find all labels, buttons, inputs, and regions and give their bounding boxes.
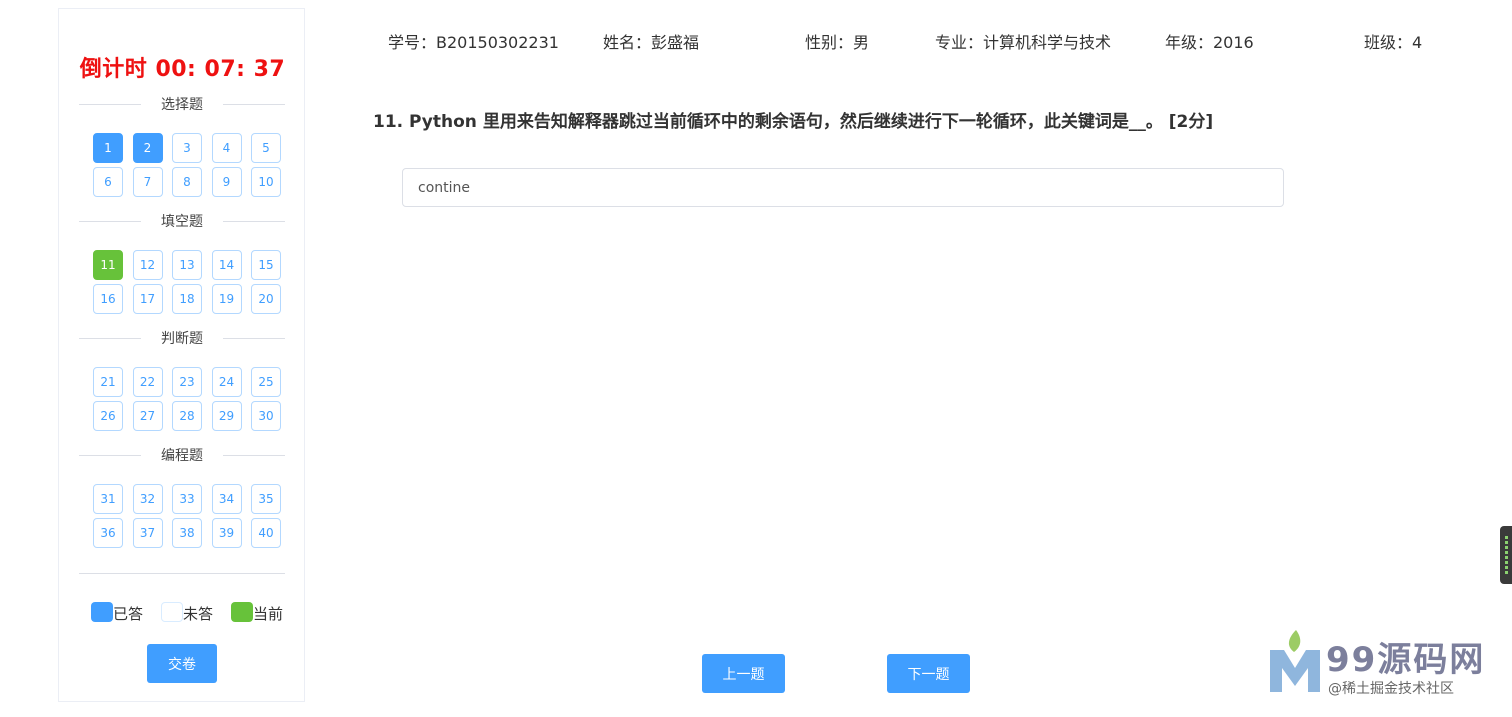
legend-divider [79,573,285,574]
submit-exam-button[interactable]: 交卷 [147,644,217,683]
question-button[interactable]: 2 [132,133,163,163]
legend-current-label: 当前 [253,605,284,623]
unanswered-swatch [161,602,184,622]
question-button[interactable]: 23 [172,367,202,397]
question-button[interactable]: 28 [172,401,202,431]
question-button[interactable]: 30 [251,401,281,431]
question-nav-panel: 倒计时 00: 07: 37 选择题 1 2 3 4 5 6 7 8 9 10 填空题 11 12 1… [58,8,305,702]
question-grid-fill: 11 12 13 14 15 16 17 18 19 20 [93,250,281,314]
legend-unanswered: 未答 [161,601,227,623]
question-button[interactable]: 38 [172,518,202,548]
legend-answered-label: 已答 [113,605,144,623]
section-title-fill: 填空题 [161,214,203,230]
question-button[interactable]: 15 [251,250,281,280]
question-button[interactable]: 4 [211,133,242,163]
section-divider-program: 编程题 [79,447,285,464]
answered-swatch [91,602,113,622]
section-divider-fill: 填空题 [79,213,285,230]
question-button[interactable]: 10 [251,167,281,197]
question-button[interactable]: 22 [132,367,163,397]
student-class: 班级：4 [1364,33,1423,52]
student-name: 姓名：彭盛福 [603,33,700,52]
side-meter-widget[interactable] [1500,526,1512,584]
watermark-brand: 99源码网 [1326,640,1486,680]
question-button[interactable]: 25 [251,367,281,397]
question-grid-program: 31 32 33 34 35 36 37 38 39 40 [93,484,281,548]
question-button[interactable]: 29 [211,401,242,431]
question-button[interactable]: 39 [211,518,242,548]
question-button[interactable]: 24 [211,367,242,397]
question-text: 11. Python 里用来告知解释器跳过当前循环中的剩余语句，然后继续进行下一… [373,112,1214,132]
question-button[interactable]: 40 [251,518,281,548]
question-button[interactable]: 36 [93,518,123,548]
question-button[interactable]: 21 [93,367,123,397]
section-divider-judge: 判断题 [79,330,285,347]
section-title-judge: 判断题 [161,331,203,347]
section-divider-choice: 选择题 [79,96,285,113]
question-button[interactable]: 9 [211,167,242,197]
question-button[interactable]: 18 [172,284,202,314]
legend-answered: 已答 [91,601,157,623]
question-button[interactable]: 33 [172,484,202,514]
question-button[interactable]: 7 [132,167,163,197]
question-button[interactable]: 11 [93,250,123,280]
watermark-logo-icon [1270,630,1320,692]
question-button[interactable]: 8 [172,167,202,197]
question-button[interactable]: 20 [251,284,281,314]
student-major: 专业：计算机科学与技术 [935,33,1112,52]
question-button[interactable]: 17 [132,284,163,314]
meter-bar-icon [1505,536,1508,576]
current-swatch [231,602,254,622]
question-button[interactable]: 27 [132,401,163,431]
student-grade: 年级：2016 [1165,33,1254,52]
question-button[interactable]: 3 [172,133,202,163]
question-button[interactable]: 12 [132,250,163,280]
student-id: 学号：B20150302231 [388,33,559,52]
question-grid-judge: 21 22 23 24 25 26 27 28 29 30 [93,367,281,431]
prev-question-button[interactable]: 上一题 [702,654,785,693]
answer-input[interactable] [402,168,1284,207]
question-button[interactable]: 19 [211,284,242,314]
question-button[interactable]: 14 [211,250,242,280]
student-gender: 性别：男 [805,33,870,52]
section-title-choice: 选择题 [161,97,203,113]
countdown-timer: 倒计时 00: 07: 37 [79,57,286,82]
legend-unanswered-label: 未答 [183,605,214,623]
status-legend: 已答 未答 当前 [91,601,301,623]
question-grid-choice: 1 2 3 4 5 6 7 8 9 10 [93,133,281,197]
next-question-button[interactable]: 下一题 [887,654,970,693]
question-button[interactable]: 32 [132,484,163,514]
question-button[interactable]: 37 [132,518,163,548]
question-button[interactable]: 16 [93,284,123,314]
question-button[interactable]: 35 [251,484,281,514]
section-title-program: 编程题 [161,448,203,464]
question-button[interactable]: 5 [251,133,281,163]
watermark-caption: @稀土掘金技术社区 [1328,681,1454,697]
question-button[interactable]: 6 [93,167,123,197]
question-button[interactable]: 31 [93,484,123,514]
legend-current: 当前 [231,601,297,623]
question-button[interactable]: 13 [172,250,202,280]
question-button[interactable]: 1 [93,133,123,163]
question-button[interactable]: 26 [93,401,123,431]
question-button[interactable]: 34 [211,484,242,514]
